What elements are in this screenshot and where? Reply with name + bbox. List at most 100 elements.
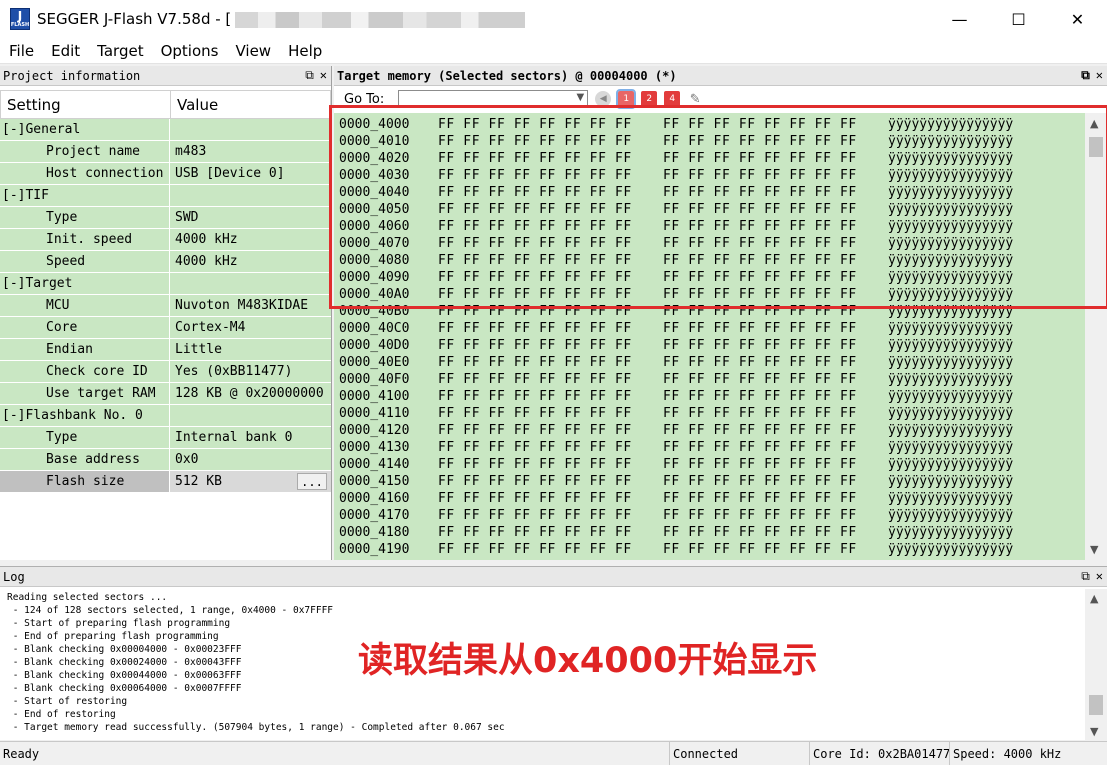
menu-file[interactable]: File <box>1 42 42 60</box>
memory-row[interactable]: 0000_4170 FF FF FF FF FF FF FF FF FF FF FF… <box>334 507 1085 524</box>
settings-row[interactable]: Check core ID Yes (0xBB11477) <box>0 361 331 383</box>
memory-ascii: ÿÿÿÿÿÿÿÿÿÿÿÿÿÿÿÿ <box>888 474 1014 489</box>
memory-address: 0000_4170 <box>339 508 410 523</box>
memory-address: 0000_4090 <box>339 270 410 285</box>
settings-group-row[interactable]: [-]General <box>0 119 331 141</box>
memory-row[interactable]: 0000_40B0 FF FF FF FF FF FF FF FF FF FF FF… <box>334 303 1085 320</box>
settings-row[interactable]: Init. speed 4000 kHz <box>0 229 331 251</box>
memory-row[interactable]: 0000_4070 FF FF FF FF FF FF FF FF FF FF FF… <box>334 235 1085 252</box>
restore-icon[interactable]: ⧉ <box>1081 68 1090 83</box>
memory-row[interactable]: 0000_4020 FF FF FF FF FF FF FF FF FF FF FF… <box>334 150 1085 167</box>
memory-address: 0000_40D0 <box>339 338 410 353</box>
setting-key: Type <box>0 207 170 228</box>
memory-row[interactable]: 0000_4100 FF FF FF FF FF FF FF FF FF FF FF… <box>334 388 1085 405</box>
close-icon[interactable]: ✕ <box>320 68 327 83</box>
scrollbar-thumb[interactable] <box>1089 695 1103 715</box>
memory-row[interactable]: 0000_4030 FF FF FF FF FF FF FF FF FF FF FF… <box>334 167 1085 184</box>
settings-row[interactable]: Base address 0x0 <box>0 449 331 471</box>
memory-bytes-high: FF FF FF FF FF FF FF FF <box>663 355 857 370</box>
memory-row[interactable]: 0000_4180 FF FF FF FF FF FF FF FF FF FF FF… <box>334 524 1085 541</box>
memory-row[interactable]: 0000_4080 FF FF FF FF FF FF FF FF FF FF FF… <box>334 252 1085 269</box>
restore-icon[interactable]: ⧉ <box>305 68 314 83</box>
close-button[interactable]: ✕ <box>1048 0 1107 38</box>
memory-bytes-high: FF FF FF FF FF FF FF FF <box>663 491 857 506</box>
memory-row[interactable]: 0000_40E0 FF FF FF FF FF FF FF FF FF FF FF… <box>334 354 1085 371</box>
setting-value[interactable]: 512 KB... <box>170 471 331 492</box>
scroll-up-icon[interactable]: ▲ <box>1090 117 1098 130</box>
memory-row[interactable]: 0000_4060 FF FF FF FF FF FF FF FF FF FF FF… <box>334 218 1085 235</box>
memory-bytes-low: FF FF FF FF FF FF FF FF <box>438 236 632 251</box>
settings-row[interactable]: Type SWD <box>0 207 331 229</box>
restore-icon[interactable]: ⧉ <box>1081 569 1090 584</box>
log-scrollbar[interactable]: ▲ ▼ <box>1085 589 1107 741</box>
memory-address: 0000_40B0 <box>339 304 410 319</box>
memory-scrollbar[interactable]: ▲ ▼ <box>1085 113 1107 560</box>
memory-bytes-high: FF FF FF FF FF FF FF FF <box>663 270 857 285</box>
memory-hex-view[interactable]: 0000_4000 FF FF FF FF FF FF FF FF FF FF FF… <box>334 113 1085 560</box>
memory-row[interactable]: 0000_40C0 FF FF FF FF FF FF FF FF FF FF FF… <box>334 320 1085 337</box>
memory-row[interactable]: 0000_4120 FF FF FF FF FF FF FF FF FF FF FF… <box>334 422 1085 439</box>
browse-button[interactable]: ... <box>297 473 327 490</box>
close-icon[interactable]: ✕ <box>1096 569 1103 584</box>
memory-row[interactable]: 0000_4140 FF FF FF FF FF FF FF FF FF FF FF… <box>334 456 1085 473</box>
memory-row[interactable]: 0000_4000 FF FF FF FF FF FF FF FF FF FF FF… <box>334 116 1085 133</box>
view-2-byte-icon[interactable]: 2 <box>641 91 658 107</box>
memory-row[interactable]: 0000_4190 FF FF FF FF FF FF FF FF FF FF FF… <box>334 541 1085 558</box>
settings-group-row[interactable]: [-]TIF <box>0 185 331 207</box>
settings-row[interactable]: Use target RAM 128 KB @ 0x20000000 <box>0 383 331 405</box>
settings-group-row[interactable]: [-]Target <box>0 273 331 295</box>
goto-label: Go To: <box>344 91 385 107</box>
settings-row[interactable]: Endian Little <box>0 339 331 361</box>
memory-row[interactable]: 0000_4040 FF FF FF FF FF FF FF FF FF FF FF… <box>334 184 1085 201</box>
memory-row[interactable]: 0000_4010 FF FF FF FF FF FF FF FF FF FF FF… <box>334 133 1085 150</box>
setting-value: Yes (0xBB11477) <box>175 364 293 379</box>
settings-row[interactable]: MCU Nuvoton M483KIDAE <box>0 295 331 317</box>
view-1-byte-icon[interactable]: 1 <box>616 89 637 109</box>
edit-page-icon[interactable]: ✎ <box>687 91 703 107</box>
settings-row[interactable]: Host connection USB [Device 0] <box>0 163 331 185</box>
memory-row[interactable]: 0000_4090 FF FF FF FF FF FF FF FF FF FF FF… <box>334 269 1085 286</box>
memory-row[interactable]: 0000_40F0 FF FF FF FF FF FF FF FF FF FF FF… <box>334 371 1085 388</box>
menu-target[interactable]: Target <box>89 42 151 60</box>
goto-address-combo[interactable]: ▼ <box>398 90 589 108</box>
memory-address: 0000_4000 <box>339 117 410 132</box>
scrollbar-thumb[interactable] <box>1089 137 1103 157</box>
setting-column-header[interactable]: Setting <box>1 91 171 118</box>
maximize-button[interactable]: ☐ <box>989 0 1048 38</box>
view-4-byte-icon[interactable]: 4 <box>664 91 681 107</box>
scroll-up-icon[interactable]: ▲ <box>1090 592 1098 605</box>
log-panel-header: Log ⧉ ✕ <box>0 567 1107 587</box>
menu-view[interactable]: View <box>227 42 279 60</box>
value-column-header[interactable]: Value <box>171 91 218 118</box>
back-arrow-icon[interactable]: ◀ <box>595 91 612 107</box>
settings-row[interactable]: Type Internal bank 0 <box>0 427 331 449</box>
memory-row[interactable]: 0000_4130 FF FF FF FF FF FF FF FF FF FF FF… <box>334 439 1085 456</box>
memory-bytes-high: FF FF FF FF FF FF FF FF <box>663 457 857 472</box>
memory-row[interactable]: 0000_40D0 FF FF FF FF FF FF FF FF FF FF FF… <box>334 337 1085 354</box>
target-memory-panel: Target memory (Selected sectors) @ 00004… <box>334 66 1107 560</box>
memory-row[interactable]: 0000_4150 FF FF FF FF FF FF FF FF FF FF FF… <box>334 473 1085 490</box>
settings-group-row[interactable]: [-]Flashbank No. 0 <box>0 405 331 427</box>
settings-row[interactable]: Core Cortex-M4 <box>0 317 331 339</box>
close-icon[interactable]: ✕ <box>1096 68 1103 83</box>
scroll-down-icon[interactable]: ▼ <box>1090 725 1098 738</box>
settings-row[interactable]: Project name m483 <box>0 141 331 163</box>
settings-row[interactable]: Flash size 512 KB... <box>0 471 331 493</box>
memory-row[interactable]: 0000_4160 FF FF FF FF FF FF FF FF FF FF FF… <box>334 490 1085 507</box>
memory-ascii: ÿÿÿÿÿÿÿÿÿÿÿÿÿÿÿÿ <box>888 525 1014 540</box>
chevron-down-icon[interactable]: ▼ <box>577 92 585 103</box>
memory-row[interactable]: 0000_40A0 FF FF FF FF FF FF FF FF FF FF FF… <box>334 286 1085 303</box>
menu-edit[interactable]: Edit <box>43 42 88 60</box>
memory-row[interactable]: 0000_4050 FF FF FF FF FF FF FF FF FF FF FF… <box>334 201 1085 218</box>
menu-help[interactable]: Help <box>280 42 330 60</box>
minimize-button[interactable]: — <box>930 0 989 38</box>
menu-options[interactable]: Options <box>153 42 227 60</box>
scroll-down-icon[interactable]: ▼ <box>1090 543 1098 556</box>
project-information-panel: Project information ⧉ ✕ Setting Value [-]… <box>0 66 332 560</box>
memory-bytes-high: FF FF FF FF FF FF FF FF <box>663 406 857 421</box>
memory-row[interactable]: 0000_4110 FF FF FF FF FF FF FF FF FF FF FF… <box>334 405 1085 422</box>
setting-key: Speed <box>0 251 170 272</box>
setting-key: [-]TIF <box>0 185 170 206</box>
memory-bytes-low: FF FF FF FF FF FF FF FF <box>438 134 632 149</box>
settings-row[interactable]: Speed 4000 kHz <box>0 251 331 273</box>
